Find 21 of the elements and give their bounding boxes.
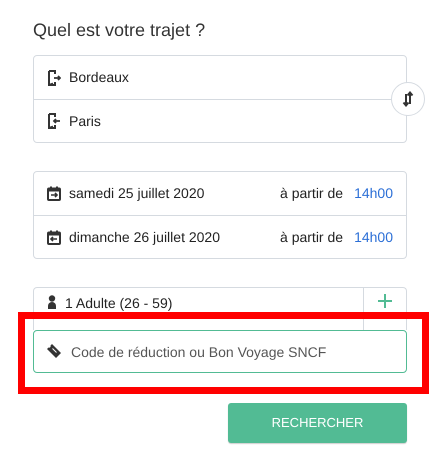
time-link[interactable]: 14h00 [354,183,393,204]
promo-code-field[interactable]: Code de réduction ou Bon Voyage SNCF [33,330,407,373]
swap-arrows-icon [402,91,414,107]
plus-icon [378,294,392,308]
date-text: samedi 25 juillet 2020 [69,184,204,203]
swap-button[interactable] [391,82,425,116]
calendar-icon [47,230,61,244]
calendar-icon [47,186,61,201]
section-title: Quel est votre trajet ? [33,19,206,42]
station-field[interactable]: Bordeaux [34,56,406,99]
person-icon [47,295,57,309]
from-label: à partir de [280,184,344,203]
date-text: dimanche 26 juillet 2020 [69,228,220,247]
door-arrow-icon [47,70,61,86]
time-link[interactable]: 14h00 [354,226,393,248]
date-field[interactable]: samedi 25 juillet 2020 à partir de 14h00 [34,172,406,215]
door-arrow-icon [47,113,61,129]
date-field[interactable]: dimanche 26 juillet 2020 à partir de 14h00 [34,215,406,258]
ticket-icon [46,343,62,359]
from-label: à partir de [280,228,344,247]
passenger-label: 1 Adulte (26 - 59) [65,295,172,311]
